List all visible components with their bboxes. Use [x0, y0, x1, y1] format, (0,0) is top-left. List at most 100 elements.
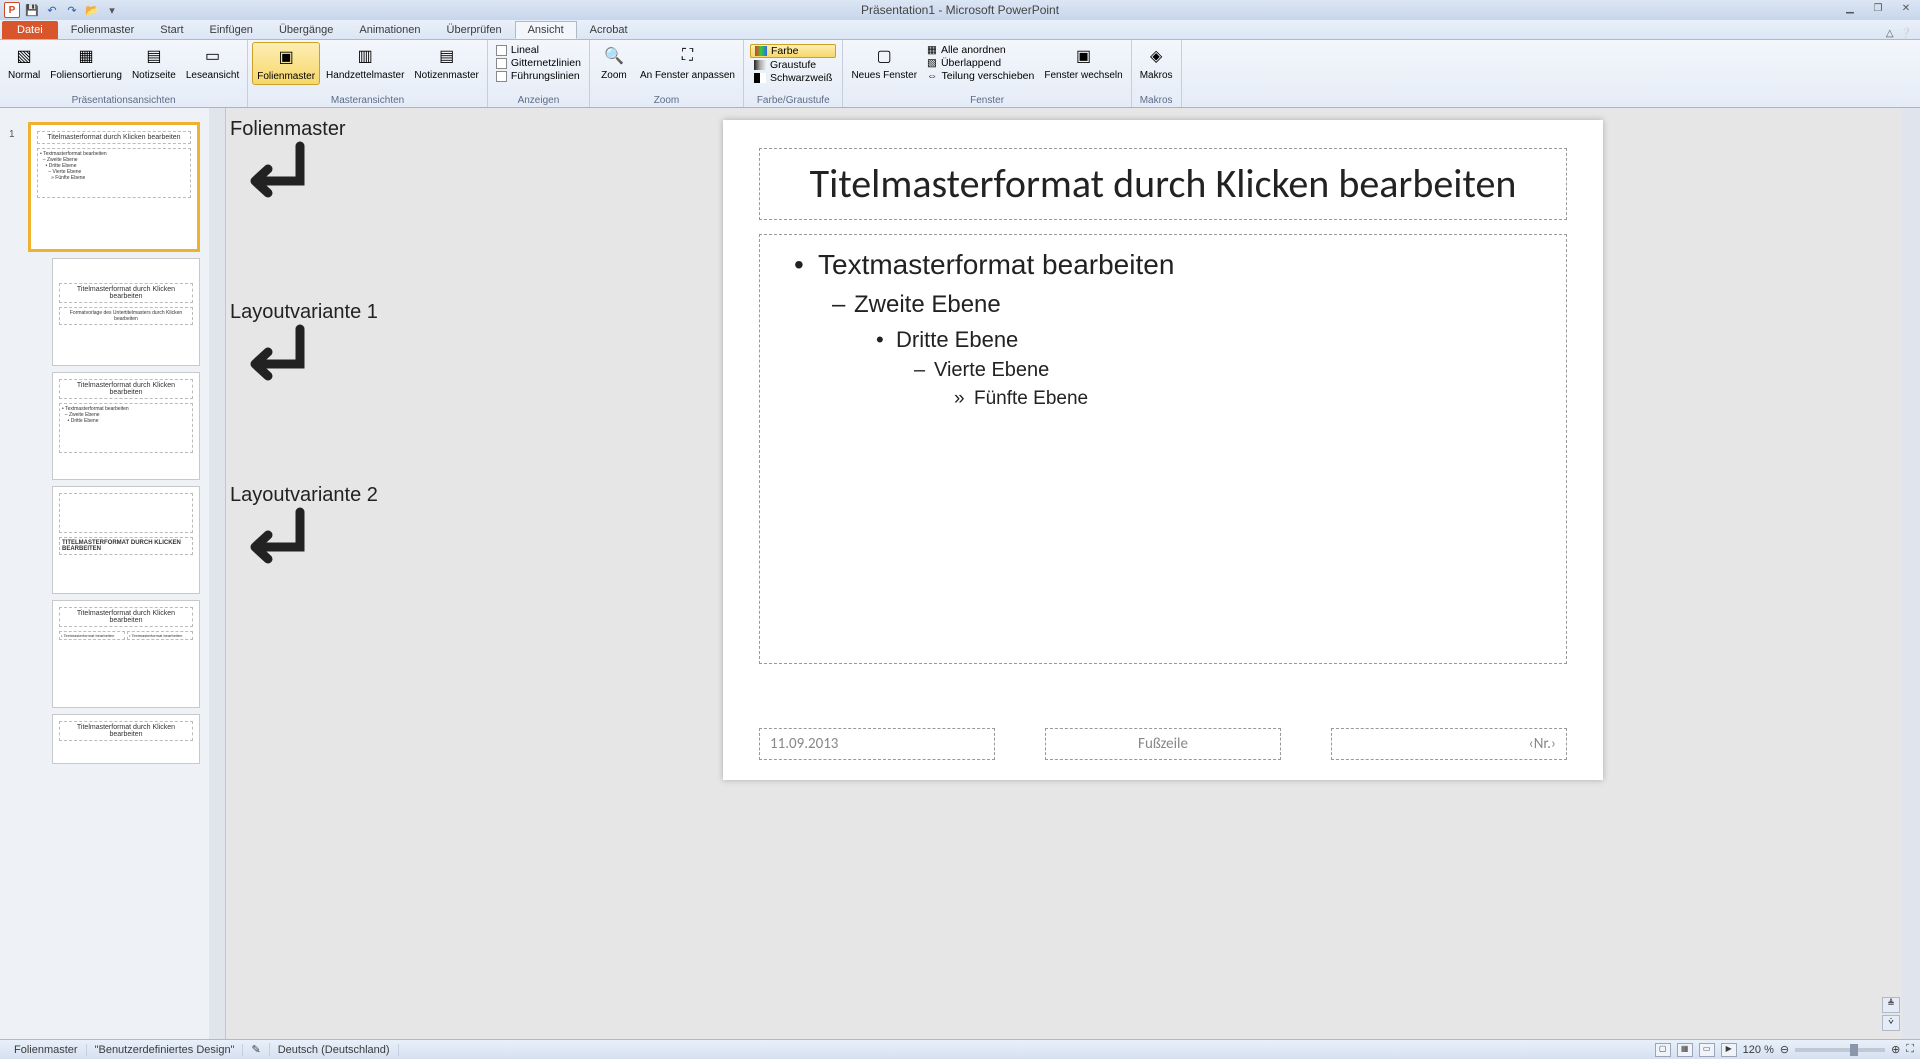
minimize-button[interactable]: ▁: [1840, 3, 1860, 17]
normal-view-icon[interactable]: ▢: [1655, 1043, 1671, 1057]
help-icon[interactable]: ❔: [1900, 28, 1912, 39]
bw-icon: [754, 73, 766, 83]
new-window-button[interactable]: ▢Neues Fenster: [847, 42, 921, 83]
open-icon[interactable]: 📂: [84, 2, 100, 18]
switch-window-button[interactable]: ▣Fenster wechseln: [1040, 42, 1126, 83]
tab-ansicht[interactable]: Ansicht: [515, 21, 577, 39]
main-area: 1 Titelmasterformat durch Klicken bearbe…: [0, 108, 1920, 1039]
zoom-out-button[interactable]: ⊖: [1780, 1043, 1789, 1056]
grayscale-button[interactable]: Graustufe: [750, 59, 836, 71]
slidenumber-placeholder[interactable]: ‹Nr.›: [1331, 728, 1567, 760]
save-icon[interactable]: 💾: [24, 2, 40, 18]
slide-scrollbar-vertical[interactable]: [1902, 108, 1920, 1039]
arrange-all-button[interactable]: ▦ Alle anordnen: [925, 44, 1036, 56]
slideshow-view-icon[interactable]: ▶: [1721, 1043, 1737, 1057]
group-label: Masteransichten: [252, 94, 483, 107]
layout-thumbnail-5[interactable]: Titelmasterformat durch Klicken bearbeit…: [52, 714, 200, 764]
sort-view-button[interactable]: ▦Foliensortierung: [46, 42, 126, 83]
body-level-3[interactable]: Dritte Ebene: [876, 327, 1542, 353]
arrange-label: Alle anordnen: [941, 44, 1006, 56]
annotation-layout2-label: Layoutvariante 2: [230, 484, 378, 506]
tab-acrobat[interactable]: Acrobat: [577, 21, 641, 39]
color-button[interactable]: Farbe: [750, 44, 836, 58]
move-split-button[interactable]: ⇔Teilung verschieben: [925, 70, 1036, 82]
notes-icon: ▤: [142, 44, 166, 68]
zoom-slider-thumb[interactable]: [1850, 1044, 1858, 1056]
notes-label: Notizseite: [132, 70, 176, 81]
checkbox-icon: [496, 58, 507, 69]
master-thumbnail[interactable]: 1 Titelmasterformat durch Klicken bearbe…: [28, 122, 200, 252]
cascade-icon: ▧: [927, 57, 937, 69]
group-zoom: 🔍Zoom ⛶An Fenster anpassen Zoom: [590, 40, 744, 107]
undo-icon[interactable]: ↶: [44, 2, 60, 18]
tab-file[interactable]: Datei: [2, 21, 58, 39]
notesmaster-button[interactable]: ▤Notizenmaster: [410, 42, 482, 83]
footer-placeholders: 11.09.2013 Fußzeile ‹Nr.›: [759, 728, 1567, 760]
ruler-label: Lineal: [511, 44, 539, 56]
sorter-view-icon[interactable]: ▦: [1677, 1043, 1693, 1057]
macros-button[interactable]: ◈Makros: [1136, 42, 1177, 83]
tab-start[interactable]: Start: [147, 21, 196, 39]
fit-window-button[interactable]: ⛶An Fenster anpassen: [636, 42, 739, 83]
layout-thumbnail-1[interactable]: Titelmasterformat durch Klicken bearbeit…: [52, 258, 200, 366]
slide-canvas[interactable]: Titelmasterformat durch Klicken bearbeit…: [723, 120, 1603, 780]
group-presentation-views: ▧Normal ▦Foliensortierung ▤ Notizseite ▭L…: [0, 40, 248, 107]
thumbnail-scrollbar[interactable]: [209, 108, 225, 1039]
fit-to-window-button[interactable]: ⛶: [1906, 1043, 1914, 1056]
body-level-1[interactable]: Textmasterformat bearbeiten: [794, 249, 1542, 281]
body-level-5[interactable]: Fünfte Ebene: [954, 388, 1542, 410]
color-label: Farbe: [771, 45, 798, 57]
checkbox-icon: [496, 71, 507, 82]
group-label: Farbe/Graustufe: [748, 94, 838, 107]
redo-icon[interactable]: ↷: [64, 2, 80, 18]
minimize-ribbon-icon[interactable]: △: [1886, 28, 1894, 39]
group-label: Präsentationsansichten: [4, 94, 243, 107]
body-level-2[interactable]: Zweite Ebene: [832, 291, 1542, 319]
bw-button[interactable]: Schwarzweiß: [750, 72, 836, 84]
group-label: Anzeigen: [492, 94, 585, 107]
prev-slide-button[interactable]: ≜: [1882, 997, 1900, 1013]
footer-placeholder[interactable]: Fußzeile: [1045, 728, 1281, 760]
tab-folienmaster[interactable]: Folienmaster: [58, 21, 148, 39]
slide-editor-area[interactable]: Titelmasterformat durch Klicken bearbeit…: [406, 108, 1920, 1039]
status-language[interactable]: Deutsch (Deutschland): [270, 1044, 399, 1056]
reading-view-icon[interactable]: ▭: [1699, 1043, 1715, 1057]
tab-ueberpruefen[interactable]: Überprüfen: [434, 21, 515, 39]
status-mode: Folienmaster: [6, 1044, 87, 1056]
window-title: Präsentation1 - Microsoft PowerPoint: [861, 3, 1059, 17]
thumbnail-panel[interactable]: 1 Titelmasterformat durch Klicken bearbe…: [0, 108, 226, 1039]
handoutmaster-button[interactable]: ▥Handzettelmaster: [322, 42, 408, 83]
status-spellcheck-icon[interactable]: ✎: [243, 1043, 269, 1056]
body-level-4[interactable]: Vierte Ebene: [914, 359, 1542, 382]
tab-uebergaenge[interactable]: Übergänge: [266, 21, 346, 39]
arrange-icon: ▦: [927, 44, 937, 56]
guides-checkbox[interactable]: Führungslinien: [494, 70, 583, 82]
grid-checkbox[interactable]: Gitternetzlinien: [494, 57, 583, 69]
thumb-body: • Textmasterformat bearbeiten – Zweite E…: [37, 148, 191, 198]
bw-label: Schwarzweiß: [770, 72, 832, 84]
body-placeholder[interactable]: Textmasterformat bearbeiten Zweite Ebene…: [759, 234, 1567, 664]
tab-animationen[interactable]: Animationen: [346, 21, 433, 39]
restore-button[interactable]: ❐: [1868, 3, 1888, 17]
title-placeholder[interactable]: Titelmasterformat durch Klicken bearbeit…: [759, 148, 1567, 220]
reading-view-button[interactable]: ▭Leseansicht: [182, 42, 243, 83]
layout-thumbnail-2[interactable]: Titelmasterformat durch Klicken bearbeit…: [52, 372, 200, 480]
close-button[interactable]: ✕: [1896, 3, 1916, 17]
ruler-checkbox[interactable]: Lineal: [494, 44, 583, 56]
zoom-button[interactable]: 🔍Zoom: [594, 42, 634, 83]
qat-dropdown-icon[interactable]: ▾: [104, 2, 120, 18]
cascade-button[interactable]: ▧ Überlappend: [925, 57, 1036, 69]
tab-einfuegen[interactable]: Einfügen: [197, 21, 266, 39]
date-placeholder[interactable]: 11.09.2013: [759, 728, 995, 760]
thumb-col-right: • Textmasterformat bearbeiten: [127, 631, 193, 640]
zoom-in-button[interactable]: ⊕: [1891, 1043, 1900, 1056]
zoom-slider[interactable]: [1795, 1048, 1885, 1052]
notes-view-button[interactable]: ▤ Notizseite: [128, 42, 180, 83]
zoom-percent[interactable]: 120 %: [1743, 1044, 1774, 1056]
normal-view-button[interactable]: ▧Normal: [4, 42, 44, 83]
layout-thumbnail-4[interactable]: Titelmasterformat durch Klicken bearbeit…: [52, 600, 200, 708]
cascade-label: Überlappend: [941, 57, 1001, 69]
slidemaster-button[interactable]: ▣Folienmaster: [252, 42, 320, 85]
layout-thumbnail-3[interactable]: TITELMASTERFORMAT DURCH KLICKEN BEARBEIT…: [52, 486, 200, 594]
next-slide-button[interactable]: ⩒: [1882, 1015, 1900, 1031]
